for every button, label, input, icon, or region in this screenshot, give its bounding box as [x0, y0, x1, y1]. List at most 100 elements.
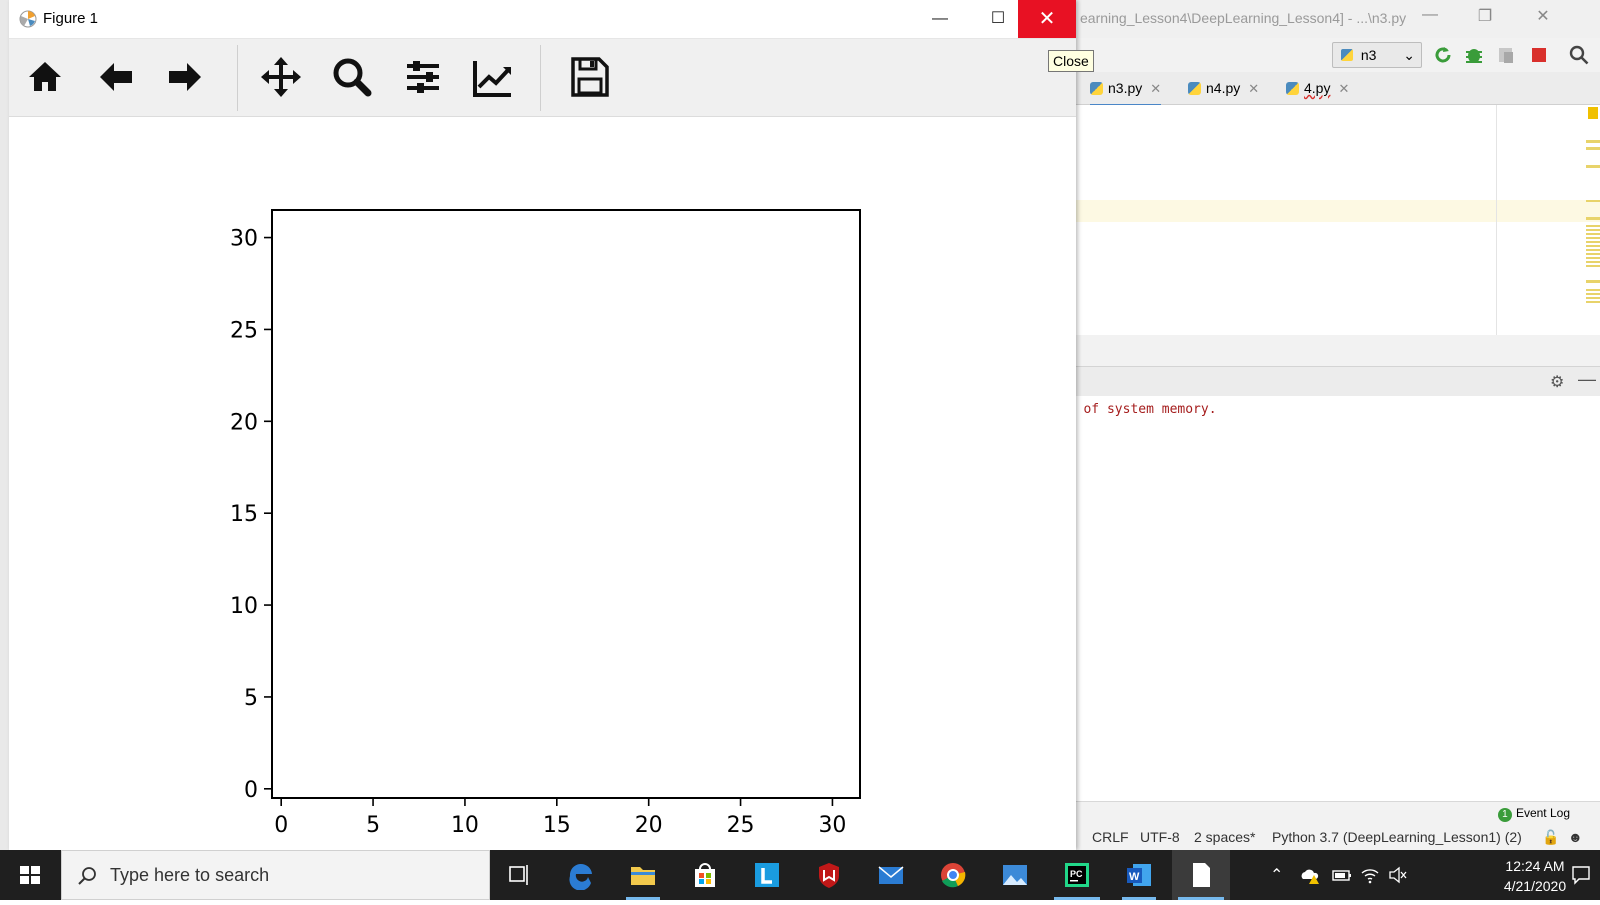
image-pixel	[603, 302, 621, 320]
wifi-icon[interactable]	[1360, 865, 1380, 885]
taskbar-app-mail[interactable]	[862, 850, 920, 900]
image-pixel	[841, 614, 860, 633]
tab-4[interactable]: 4.py ✕	[1286, 72, 1349, 104]
code-editor[interactable]	[1060, 105, 1600, 335]
image-pixel	[713, 504, 731, 522]
interpreter-status[interactable]: Python 3.7 (DeepLearning_Lesson1) (2)	[1272, 829, 1522, 845]
start-button[interactable]	[0, 850, 60, 900]
pan-button[interactable]	[257, 53, 305, 101]
stop-icon[interactable]	[1528, 44, 1550, 66]
tab-n3[interactable]: n3.py ✕	[1090, 72, 1162, 107]
ide-restore-button[interactable]: ❐	[1470, 6, 1500, 30]
ide-minimize-button[interactable]: —	[1415, 6, 1445, 30]
coverage-icon[interactable]	[1495, 44, 1517, 66]
lock-icon[interactable]: 🔓	[1542, 829, 1559, 846]
image-pixel	[640, 578, 658, 596]
home-button[interactable]	[21, 53, 69, 101]
taskbar-app-photos[interactable]	[986, 850, 1044, 900]
image-pixel	[511, 265, 529, 283]
indent-status[interactable]: 2 spaces*	[1194, 829, 1255, 845]
image-pixel	[804, 614, 824, 633]
image-pixel	[603, 725, 621, 743]
image-pixel	[823, 375, 842, 394]
image-pixel	[308, 577, 328, 596]
encoding-status[interactable]: UTF-8	[1140, 829, 1180, 845]
taskbar-app-notepad[interactable]	[1172, 850, 1230, 900]
image-pixel	[547, 375, 566, 394]
close-icon[interactable]: ✕	[1338, 81, 1349, 96]
figure-titlebar[interactable]: Figure 1 — ☐ ✕	[9, 0, 1076, 39]
task-view-button[interactable]	[490, 850, 548, 900]
image-pixel	[566, 320, 584, 338]
zoom-button[interactable]	[328, 53, 376, 101]
taskbar-app-chrome[interactable]	[924, 850, 982, 900]
image-pixel	[419, 761, 437, 779]
image-pixel	[768, 724, 787, 743]
image-pixel	[363, 265, 383, 284]
taskbar-app-pycharm[interactable]: PC	[1048, 850, 1106, 900]
image-pixel	[621, 504, 639, 522]
hide-panel-icon[interactable]: —	[1578, 369, 1596, 390]
rerun-icon[interactable]	[1432, 44, 1454, 66]
edit-axis-button[interactable]	[469, 53, 517, 101]
image-plot[interactable]: 0 5 10 15 20 25 30 0 5 10 15 20 25 30	[9, 117, 1076, 850]
image-pixel	[823, 320, 842, 339]
forward-button[interactable]	[161, 53, 209, 101]
ide-close-button[interactable]: ✕	[1528, 6, 1558, 30]
back-button[interactable]	[92, 53, 140, 101]
close-icon[interactable]: ✕	[1150, 81, 1161, 96]
image-pixel	[327, 578, 345, 596]
image-pixel	[309, 375, 327, 393]
image-pixel	[382, 742, 401, 762]
taskbar-app-mcafee[interactable]	[800, 850, 858, 900]
chevron-up-icon[interactable]: ⌃	[1270, 865, 1290, 885]
tab-n4[interactable]: n4.py ✕	[1188, 72, 1259, 104]
speaker-muted-icon[interactable]	[1388, 865, 1408, 885]
image-pixel	[805, 375, 823, 393]
image-pixel	[272, 283, 291, 302]
configure-subplots-button[interactable]	[399, 53, 447, 101]
taskbar-app-word[interactable]: W	[1110, 850, 1168, 900]
save-button[interactable]	[565, 53, 613, 101]
search-icon[interactable]	[1568, 44, 1590, 66]
image-pixel	[750, 228, 768, 246]
inspector-icon[interactable]: ☻	[1568, 829, 1583, 845]
image-pixel	[327, 210, 345, 228]
warning-marker[interactable]	[1588, 107, 1598, 119]
taskbar-app-file-explorer[interactable]	[614, 850, 672, 900]
run-console[interactable]: 0% of system memory.	[1060, 396, 1600, 801]
debug-icon[interactable]	[1463, 44, 1485, 66]
notification-icon[interactable]	[1570, 864, 1592, 886]
taskbar-app-edge[interactable]	[552, 850, 610, 900]
image-pixel	[658, 228, 676, 246]
x-tick-label: 20	[635, 813, 663, 838]
image-pixel	[602, 614, 622, 633]
image-pixel	[363, 742, 383, 762]
image-pixel	[272, 210, 290, 228]
taskbar-app-l[interactable]	[738, 850, 796, 900]
gear-icon[interactable]: ⚙	[1550, 372, 1564, 392]
image-pixel	[584, 522, 602, 540]
image-pixel	[584, 210, 603, 229]
event-log-button[interactable]: 1 Event Log	[1497, 806, 1570, 822]
image-pixel	[492, 724, 511, 743]
image-pixel	[493, 467, 511, 485]
image-pixel	[657, 522, 677, 541]
taskbar-app-store[interactable]	[676, 850, 734, 900]
minimize-button[interactable]: —	[911, 0, 969, 38]
image-pixel	[787, 302, 805, 320]
image-pixel	[419, 210, 437, 228]
figure-canvas[interactable]: 0 5 10 15 20 25 30 0 5 10 15 20 25 30	[9, 117, 1076, 850]
close-button[interactable]: ✕	[1018, 0, 1076, 38]
taskbar-search-box[interactable]: Type here to search	[61, 850, 490, 900]
image-pixel	[547, 265, 566, 284]
onedrive-warning-icon[interactable]	[1300, 865, 1320, 885]
image-pixel	[548, 578, 566, 596]
run-config-select[interactable]: n3 ⌄	[1332, 42, 1422, 68]
image-pixel	[492, 412, 511, 431]
battery-icon[interactable]	[1332, 865, 1352, 885]
close-icon[interactable]: ✕	[1248, 81, 1259, 96]
image-pixel	[327, 283, 346, 302]
image-pixel	[768, 522, 786, 540]
line-separator-status[interactable]: CRLF	[1092, 829, 1129, 845]
